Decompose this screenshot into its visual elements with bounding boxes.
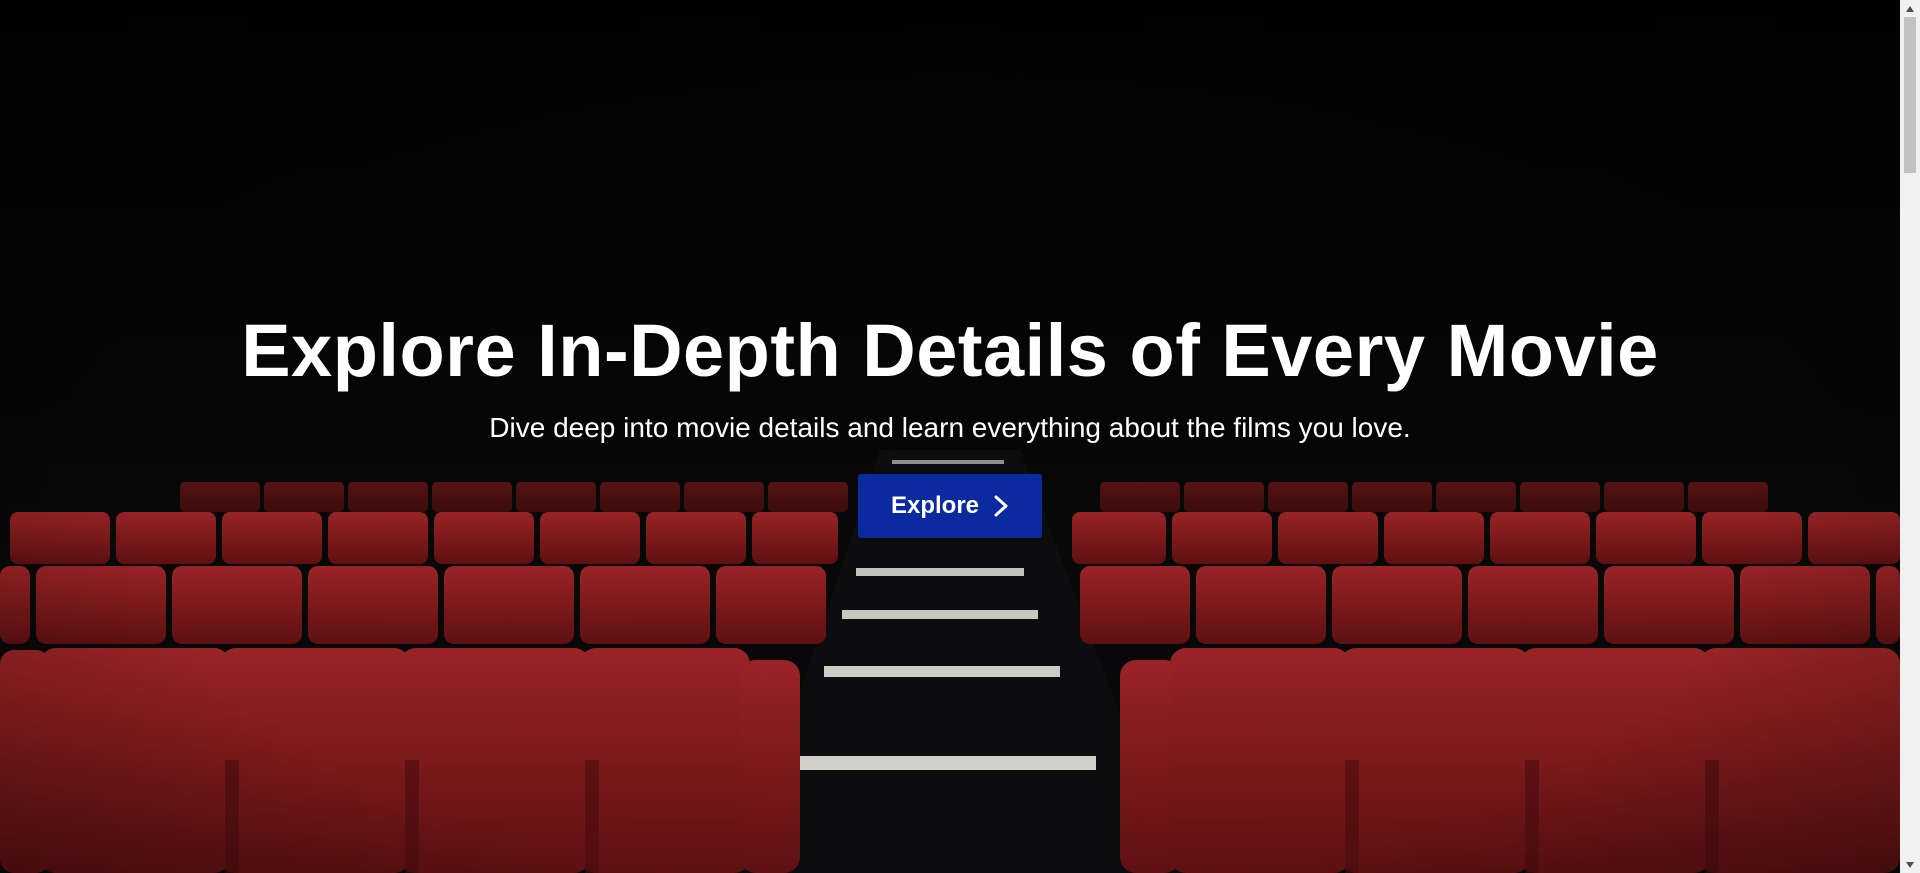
- chevron-right-icon: [993, 495, 1009, 517]
- explore-button-label: Explore: [890, 492, 980, 519]
- page-viewport: Explore In-Depth Details of Every Movie …: [0, 0, 1900, 873]
- hero-title: Explore In-Depth Details of Every Movie: [241, 309, 1659, 392]
- scroll-down-arrow-icon[interactable]: [1900, 856, 1920, 873]
- vertical-scrollbar[interactable]: [1900, 0, 1920, 873]
- explore-button[interactable]: Explore: [858, 474, 1042, 538]
- scroll-thumb[interactable]: [1904, 17, 1916, 173]
- hero-subtitle: Dive deep into movie details and learn e…: [489, 412, 1411, 443]
- hero-section: Explore In-Depth Details of Every Movie …: [0, 306, 1900, 538]
- scroll-up-arrow-icon[interactable]: [1900, 0, 1920, 17]
